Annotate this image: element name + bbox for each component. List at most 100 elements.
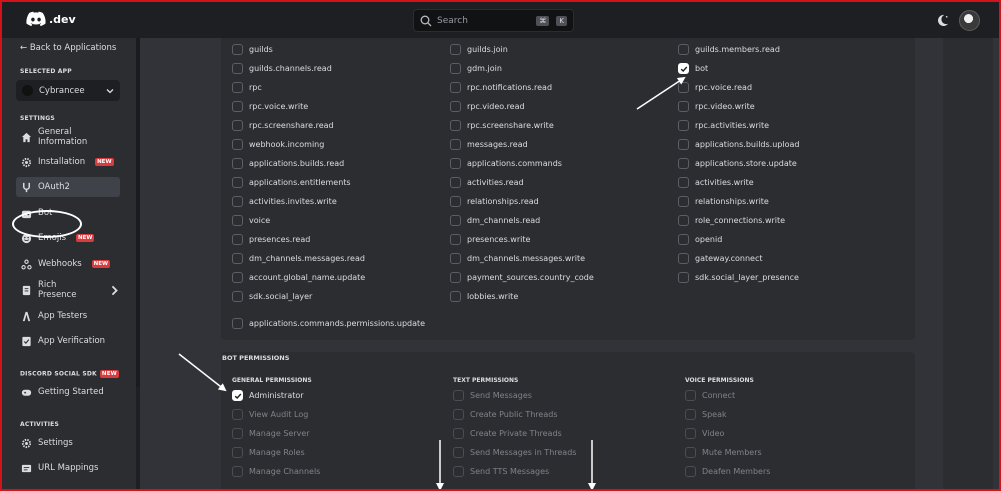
checkbox[interactable] <box>232 291 243 302</box>
scope-checkbox[interactable]: rpc.video.write <box>678 101 755 112</box>
checkbox[interactable] <box>453 390 464 401</box>
checkbox[interactable] <box>450 139 461 150</box>
checkbox[interactable] <box>450 101 461 112</box>
scope-checkbox[interactable]: presences.write <box>450 234 530 245</box>
permission-checkbox[interactable]: Manage Roles <box>232 447 305 458</box>
checkbox[interactable] <box>453 466 464 477</box>
sidebar-item-url-mappings[interactable]: URL Mappings <box>16 458 120 478</box>
checkbox[interactable] <box>232 139 243 150</box>
scope-checkbox[interactable]: account.global_name.update <box>232 272 365 283</box>
scope-checkbox[interactable]: applications.entitlements <box>232 177 351 188</box>
sidebar-item-app-testers[interactable]: App Testers <box>16 306 120 326</box>
permission-checkbox[interactable]: Mute Members <box>685 447 762 458</box>
checkbox[interactable] <box>232 318 243 329</box>
scope-checkbox[interactable]: applications.commands.permissions.update <box>232 318 425 329</box>
scope-checkbox[interactable]: applications.builds.read <box>232 158 344 169</box>
checkbox[interactable] <box>232 215 243 226</box>
permission-checkbox[interactable]: Administrator <box>232 390 304 401</box>
checkbox[interactable] <box>685 390 696 401</box>
checkbox[interactable] <box>678 44 689 55</box>
scope-checkbox[interactable]: rpc.voice.write <box>232 101 308 112</box>
checkbox[interactable] <box>678 234 689 245</box>
scope-checkbox[interactable]: lobbies.write <box>450 291 518 302</box>
checkbox[interactable] <box>685 466 696 477</box>
scope-checkbox[interactable]: relationships.read <box>450 196 539 207</box>
scope-checkbox[interactable]: webhook.incoming <box>232 139 324 150</box>
checkbox[interactable] <box>450 215 461 226</box>
scope-checkbox[interactable]: voice <box>232 215 270 226</box>
checkbox[interactable] <box>450 158 461 169</box>
scope-checkbox[interactable]: guilds <box>232 44 273 55</box>
permission-checkbox[interactable]: Create Public Threads <box>453 409 557 420</box>
scope-checkbox[interactable]: rpc.voice.read <box>678 82 752 93</box>
checkbox[interactable] <box>678 215 689 226</box>
checkbox[interactable] <box>685 428 696 439</box>
sidebar-item-app-verification[interactable]: App Verification <box>16 331 120 351</box>
permission-checkbox[interactable]: Send TTS Messages <box>453 466 549 477</box>
scope-checkbox[interactable]: rpc.screenshare.read <box>232 120 334 131</box>
user-avatar[interactable] <box>959 10 980 31</box>
sidebar-item-bot[interactable]: Bot <box>16 203 120 223</box>
checkbox[interactable] <box>232 196 243 207</box>
scope-checkbox[interactable]: role_connections.write <box>678 215 785 226</box>
checkbox[interactable] <box>450 253 461 264</box>
checkbox[interactable] <box>450 63 461 74</box>
checkbox[interactable] <box>685 409 696 420</box>
scope-checkbox[interactable]: openid <box>678 234 722 245</box>
checkbox[interactable] <box>678 63 689 74</box>
scope-checkbox[interactable]: rpc.notifications.read <box>450 82 552 93</box>
checkbox[interactable] <box>232 158 243 169</box>
scope-checkbox[interactable]: dm_channels.messages.write <box>450 253 585 264</box>
scope-checkbox[interactable]: payment_sources.country_code <box>450 272 594 283</box>
scope-checkbox[interactable]: applications.commands <box>450 158 562 169</box>
checkbox[interactable] <box>453 409 464 420</box>
permission-checkbox[interactable]: Manage Server <box>232 428 310 439</box>
checkbox[interactable] <box>678 177 689 188</box>
back-to-applications-link[interactable]: ← Back to Applications <box>20 43 116 53</box>
scope-checkbox[interactable]: guilds.join <box>450 44 508 55</box>
checkbox[interactable] <box>450 82 461 93</box>
checkbox[interactable] <box>232 409 243 420</box>
sidebar-item-rich-presence[interactable]: Rich Presence <box>16 280 120 300</box>
scope-checkbox[interactable]: sdk.social_layer_presence <box>678 272 799 283</box>
permission-checkbox[interactable]: Send Messages in Threads <box>453 447 576 458</box>
scope-checkbox[interactable]: rpc.video.read <box>450 101 525 112</box>
scope-checkbox[interactable]: relationships.write <box>678 196 769 207</box>
scope-checkbox[interactable]: gateway.connect <box>678 253 763 264</box>
sidebar-item-activity-settings[interactable]: Settings <box>16 433 120 453</box>
checkbox[interactable] <box>450 196 461 207</box>
scope-checkbox[interactable]: guilds.channels.read <box>232 63 332 74</box>
checkbox[interactable] <box>232 428 243 439</box>
checkbox[interactable] <box>453 428 464 439</box>
permission-checkbox[interactable]: Send Messages <box>453 390 532 401</box>
sidebar-item-webhooks[interactable]: Webhooks NEW <box>16 254 120 274</box>
checkbox[interactable] <box>232 447 243 458</box>
checkbox[interactable] <box>232 234 243 245</box>
checkbox[interactable] <box>678 82 689 93</box>
permission-checkbox[interactable]: Video <box>685 428 724 439</box>
checkbox[interactable] <box>232 177 243 188</box>
permission-checkbox[interactable]: Deafen Members <box>685 466 770 477</box>
permission-checkbox[interactable]: Connect <box>685 390 735 401</box>
scope-checkbox[interactable]: dm_channels.messages.read <box>232 253 365 264</box>
scope-checkbox[interactable]: sdk.social_layer <box>232 291 312 302</box>
checkbox[interactable] <box>232 253 243 264</box>
moon-icon[interactable] <box>936 14 949 27</box>
scope-checkbox[interactable]: applications.store.update <box>678 158 797 169</box>
permission-checkbox[interactable]: View Audit Log <box>232 409 308 420</box>
checkbox[interactable] <box>450 120 461 131</box>
sidebar-item-emojis[interactable]: Emojis NEW <box>16 228 120 248</box>
scope-checkbox[interactable]: activities.invites.write <box>232 196 337 207</box>
checkbox[interactable] <box>678 158 689 169</box>
checkbox[interactable] <box>678 253 689 264</box>
checkbox[interactable] <box>678 139 689 150</box>
sidebar-item-getting-started[interactable]: Getting Started <box>16 382 120 402</box>
checkbox[interactable] <box>232 390 243 401</box>
scope-checkbox[interactable]: applications.builds.upload <box>678 139 799 150</box>
scope-checkbox[interactable]: presences.read <box>232 234 310 245</box>
scope-checkbox[interactable]: dm_channels.read <box>450 215 540 226</box>
checkbox[interactable] <box>453 447 464 458</box>
permission-checkbox[interactable]: Manage Channels <box>232 466 320 477</box>
scope-checkbox[interactable]: messages.read <box>450 139 528 150</box>
scope-checkbox[interactable]: gdm.join <box>450 63 502 74</box>
